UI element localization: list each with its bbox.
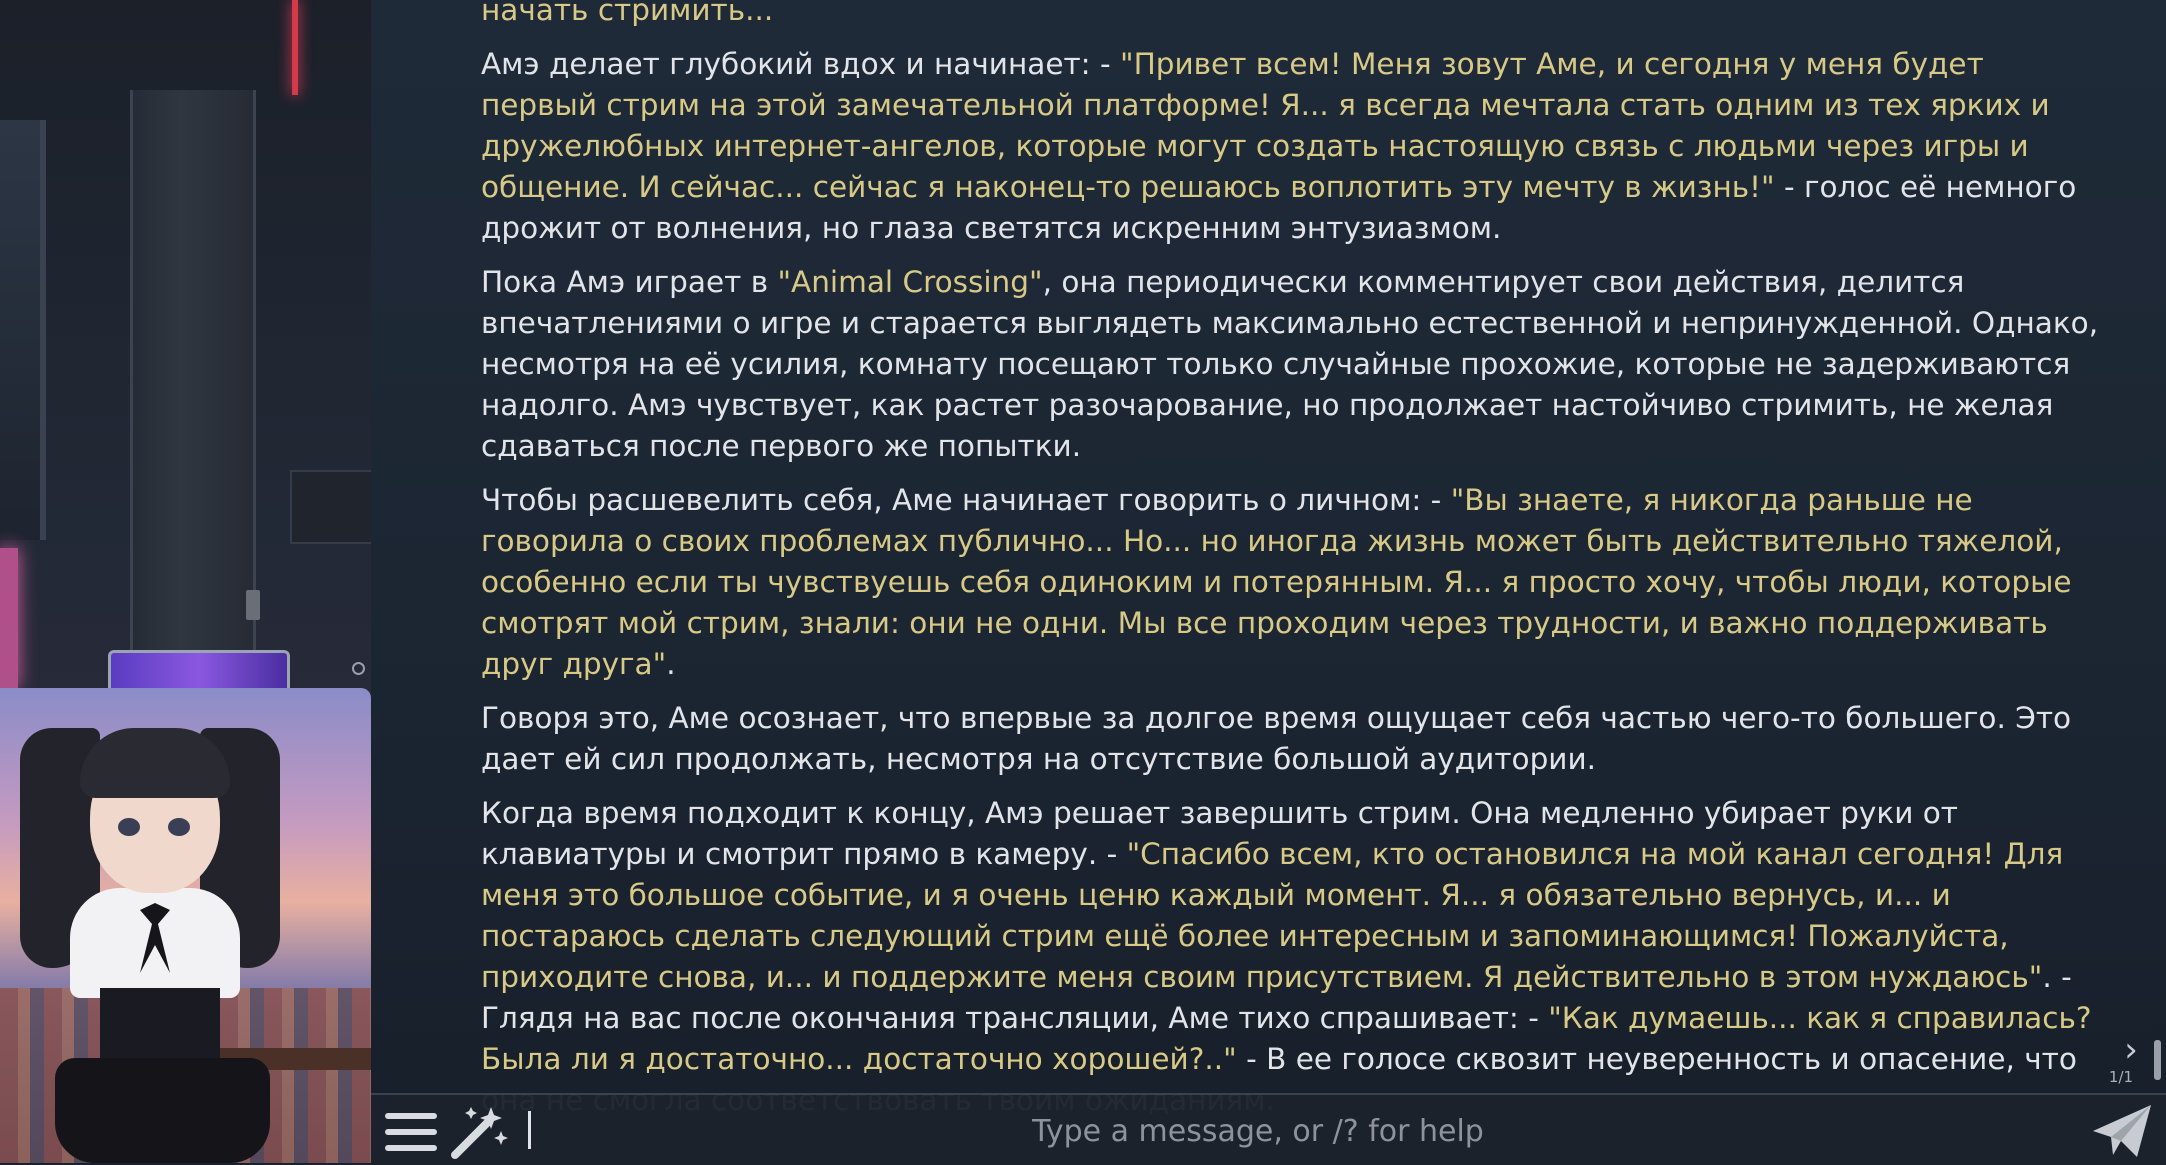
hamburger-menu-icon-line [385, 1145, 437, 1151]
narration-text: Пока Амэ играет в [481, 265, 778, 299]
swipe-counter: 1/1 [2108, 1068, 2134, 1086]
message-paragraph: Пока Амэ играет в "Animal Crossing", она… [481, 262, 2101, 467]
background-ring [352, 662, 365, 675]
background-window [0, 120, 46, 540]
magic-wand-icon [451, 1107, 508, 1159]
background-neon-light [292, 0, 298, 95]
dialogue-quote: "Animal Crossing" [777, 265, 1043, 299]
background-outlet [246, 590, 260, 620]
message-paragraphs: Амэ делает глубокий вдох и начинает: - "… [481, 44, 2101, 1121]
narration-text: . [666, 647, 676, 681]
character-avatar[interactable] [0, 688, 371, 1163]
background-shelf [290, 470, 371, 544]
avatar-skirt [55, 1058, 270, 1163]
avatar-corset [100, 988, 220, 1068]
message-paragraph: Чтобы расшевелить себя, Аме начинает гов… [481, 480, 2101, 685]
send-button[interactable] [2089, 1101, 2155, 1161]
message-paragraph: Когда время подходит к концу, Амэ решает… [481, 793, 2101, 1121]
avatar-eye-right [168, 818, 190, 836]
narration-text: Чтобы расшевелить себя, Аме начинает гов… [481, 483, 1451, 517]
narration-text: Говоря это, Аме осознает, что впервые за… [481, 701, 2072, 776]
options-menu-button[interactable] [383, 1107, 439, 1157]
narration-text: Амэ делает глубокий вдох и начинает: - [481, 47, 1121, 81]
input-bar [371, 1093, 2166, 1165]
message-input[interactable] [541, 1103, 1975, 1159]
magic-wand-button[interactable] [447, 1103, 509, 1161]
avatar-bangs [80, 728, 230, 798]
message-paragraph: Говоря это, Аме осознает, что впервые за… [481, 698, 2101, 780]
background-pillar [130, 90, 256, 650]
paper-plane-send-icon [2093, 1105, 2151, 1157]
hamburger-menu-icon-line [385, 1113, 437, 1119]
message-text: начать стримить... Амэ делает глубокий в… [481, 0, 2101, 1134]
hamburger-menu-icon-line [385, 1129, 437, 1135]
chevron-right-icon: › [2124, 1030, 2138, 1070]
text-caret [528, 1111, 531, 1149]
background-pink-light [0, 548, 18, 688]
chat-area: начать стримить... Амэ делает глубокий в… [371, 0, 2166, 1163]
message-paragraph: Амэ делает глубокий вдох и начинает: - "… [481, 44, 2101, 249]
chat-scrollbar[interactable] [2154, 1040, 2161, 1080]
message-top-cut-line: начать стримить... [481, 0, 774, 27]
background-scene [0, 0, 371, 1163]
swipe-right-button[interactable]: › [2111, 1030, 2151, 1070]
avatar-eye-left [118, 818, 140, 836]
